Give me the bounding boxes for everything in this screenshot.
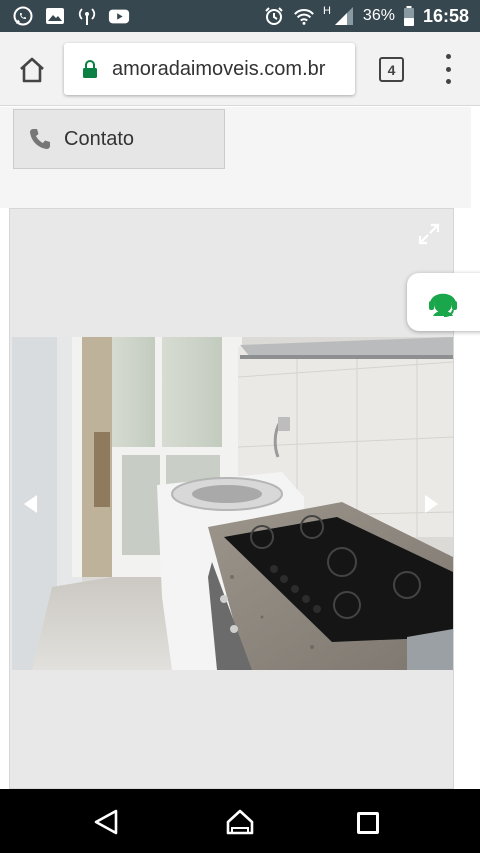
phone-icon: [30, 129, 50, 149]
arrow-right-icon[interactable]: [424, 493, 440, 515]
wifi-icon: [293, 5, 315, 27]
alarm-icon: [263, 5, 285, 27]
photo-gallery: [9, 208, 454, 789]
whatsapp-icon: [12, 5, 34, 27]
signal-icon: [333, 5, 355, 27]
url-text: amoradaimoveis.com.br: [112, 57, 326, 80]
menu-dot: [445, 66, 451, 72]
nav-home-icon[interactable]: [225, 808, 255, 836]
web-page: Contato: [0, 107, 480, 789]
recents-button[interactable]: [357, 812, 379, 834]
system-status: H 36% 16:58: [263, 5, 480, 27]
back-icon[interactable]: [92, 809, 120, 835]
gallery-icon: [44, 5, 66, 27]
contact-button[interactable]: Contato: [13, 109, 225, 169]
home-button[interactable]: [18, 56, 46, 84]
menu-dot: [445, 79, 451, 84]
tab-switcher-button[interactable]: 4: [379, 57, 404, 82]
home-icon: [20, 57, 44, 83]
overflow-menu-button[interactable]: [441, 54, 455, 84]
system-nav-bar: [0, 789, 480, 853]
battery-icon: [403, 5, 415, 27]
menu-dot: [445, 54, 451, 59]
network-type: H: [322, 5, 331, 17]
battery-percent: 36%: [362, 7, 395, 24]
tab-count: 4: [387, 61, 396, 78]
notification-icons: [0, 5, 130, 27]
gallery-photo[interactable]: [12, 337, 453, 670]
address-bar[interactable]: amoradaimoveis.com.br: [64, 43, 355, 95]
contact-label: Contato: [64, 127, 135, 150]
lock-icon: [83, 60, 97, 78]
contact-section: Contato: [0, 107, 471, 208]
expand-icon[interactable]: [417, 222, 441, 246]
hotspot-icon: [76, 5, 98, 27]
status-bar: H 36% 16:58: [0, 0, 480, 32]
arrow-left-icon[interactable]: [22, 493, 38, 515]
youtube-icon: [108, 5, 130, 27]
kitchen-laundry-photo: [12, 337, 453, 670]
chat-agent-icon: [425, 284, 461, 320]
browser-toolbar: amoradaimoveis.com.br 4: [0, 32, 480, 106]
chat-widget[interactable]: [407, 273, 480, 331]
clock: 16:58: [422, 5, 469, 26]
